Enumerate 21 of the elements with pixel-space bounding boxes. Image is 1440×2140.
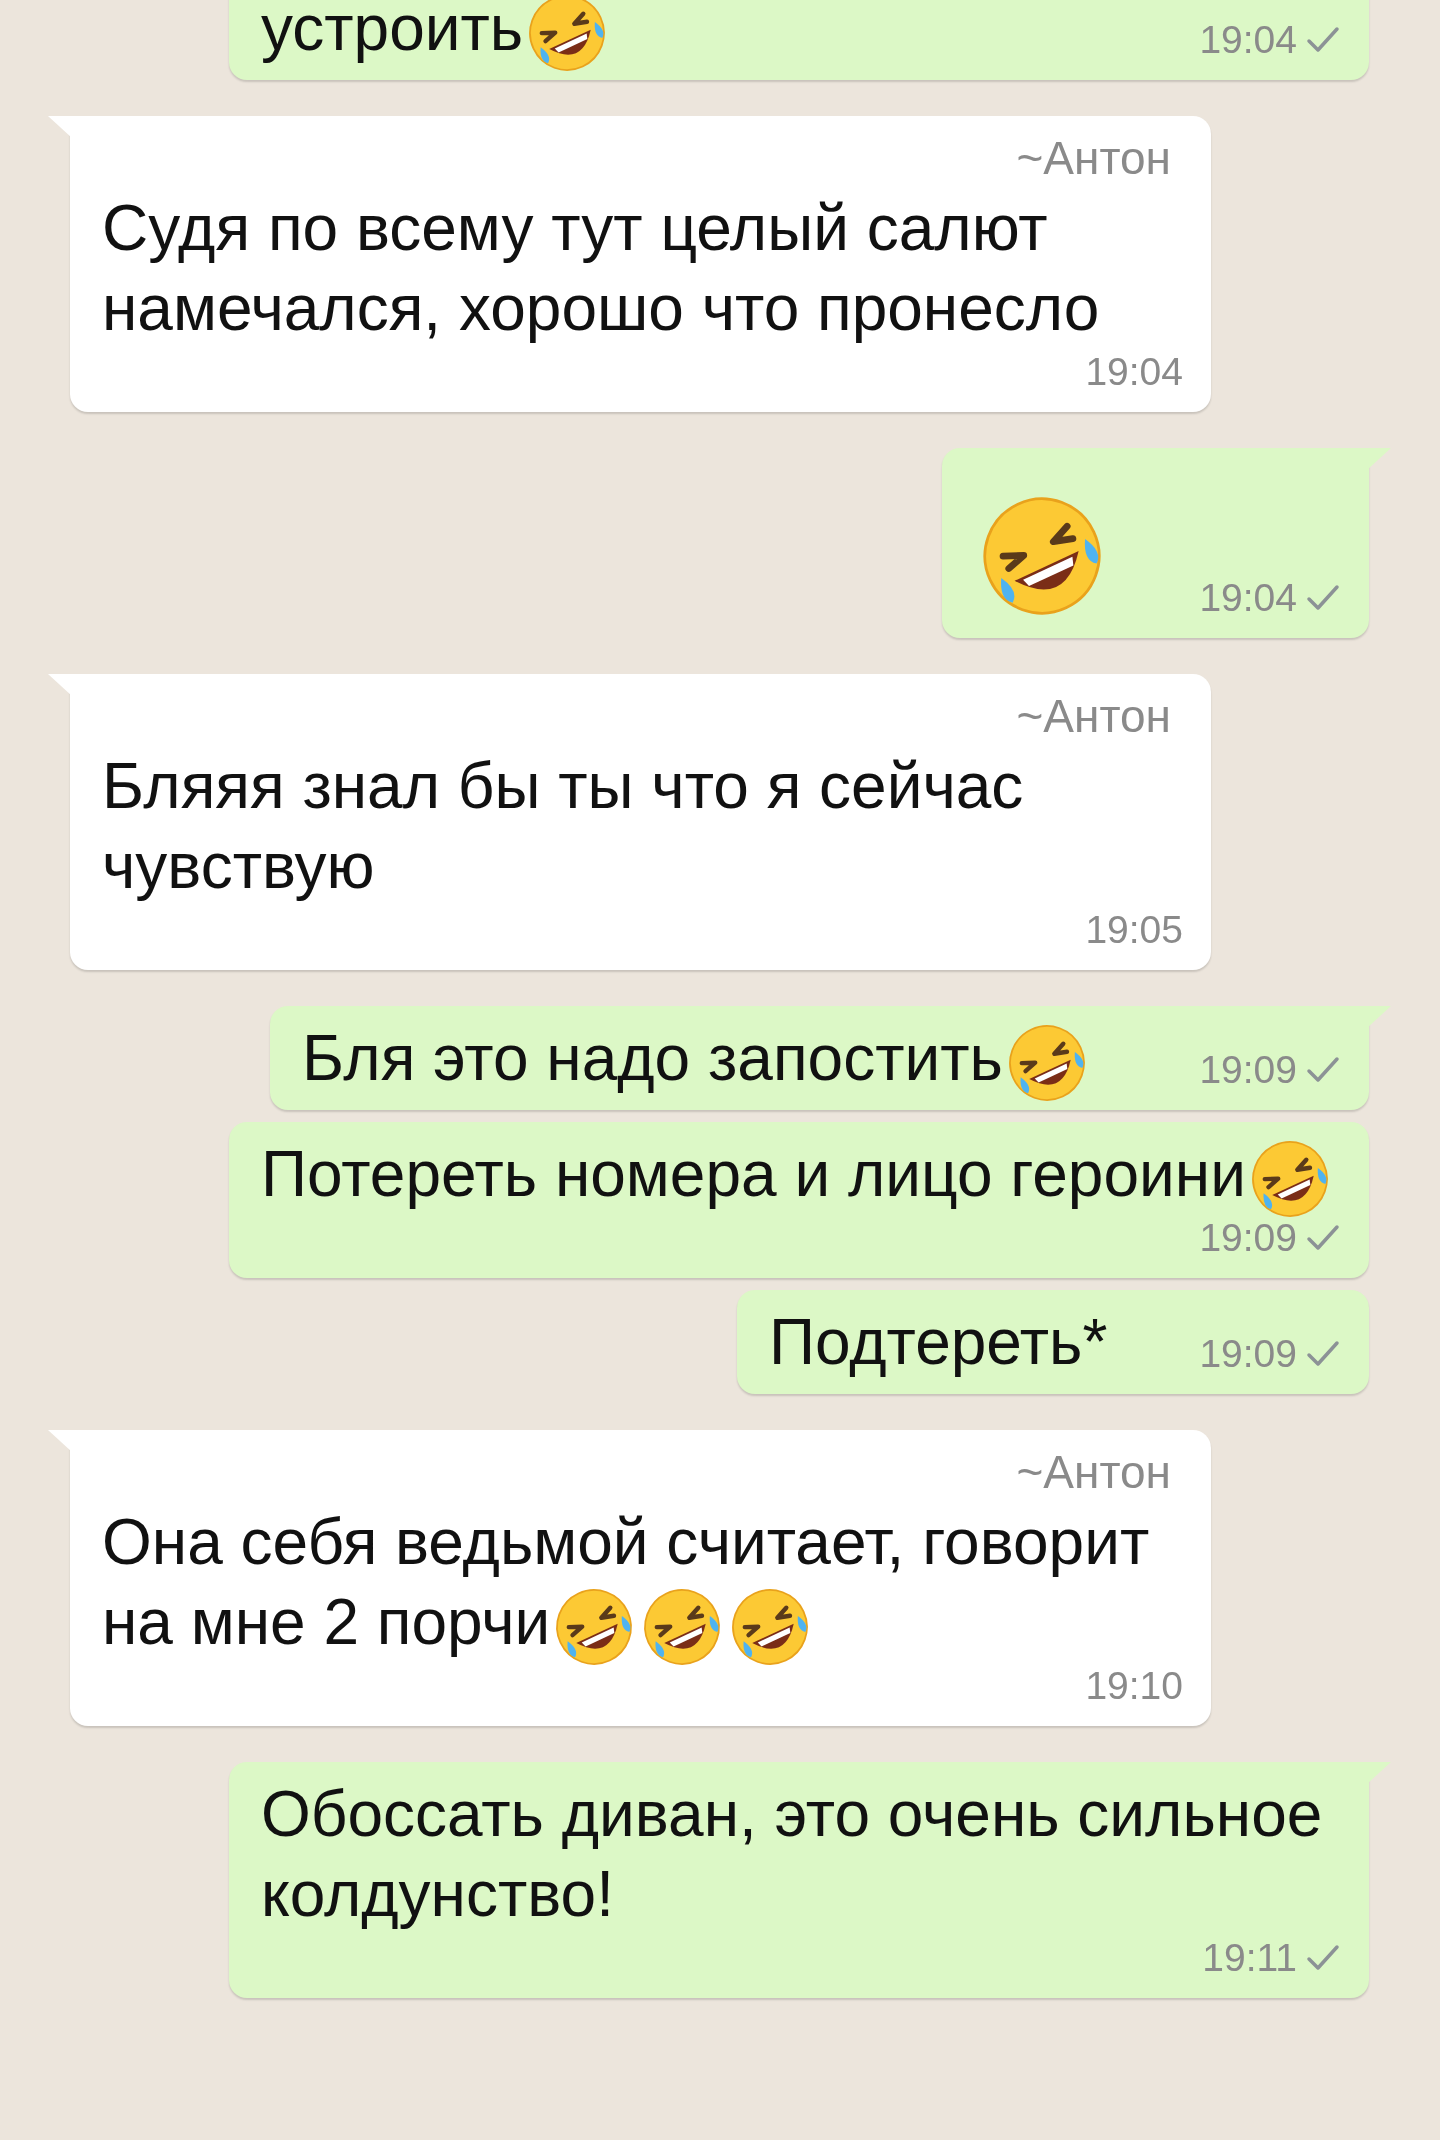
message-time: 19:04: [1085, 349, 1183, 395]
message-text: Судя по всему тут целый салют намечался, хорошо что пронесло: [102, 192, 1100, 344]
message-time: 19:11: [1202, 1935, 1297, 1981]
message-time: 19:09: [1199, 1215, 1297, 1261]
message-text: на мне 2 порчи: [102, 1586, 551, 1658]
message-time: 19:09: [1199, 1047, 1297, 1093]
sender-name: ~Антон: [1016, 131, 1171, 186]
message-text: Подтереть*: [769, 1306, 1108, 1378]
message-text: Потереть номера и лицо героини: [261, 1138, 1246, 1210]
message-text: Она себя ведьмой считает, говорит: [102, 1506, 1150, 1578]
message-text: Бля это надо запостить: [302, 1022, 1003, 1094]
message-time: 19:04: [1199, 575, 1297, 621]
message-time: 19:04: [1199, 17, 1297, 63]
sender-name: ~Антон: [1016, 689, 1171, 744]
message-time: 19:05: [1085, 907, 1183, 953]
message-text: Бляяя знал бы ты что я сейчас чувствую: [102, 750, 1024, 902]
message-text: устроить: [261, 0, 524, 64]
message-text: Обоссать диван, это очень сильное колдунство!: [261, 1778, 1323, 1930]
sender-name: ~Антон: [1016, 1445, 1171, 1500]
message-time: 19:09: [1199, 1331, 1297, 1377]
message-time: 19:10: [1085, 1663, 1183, 1709]
